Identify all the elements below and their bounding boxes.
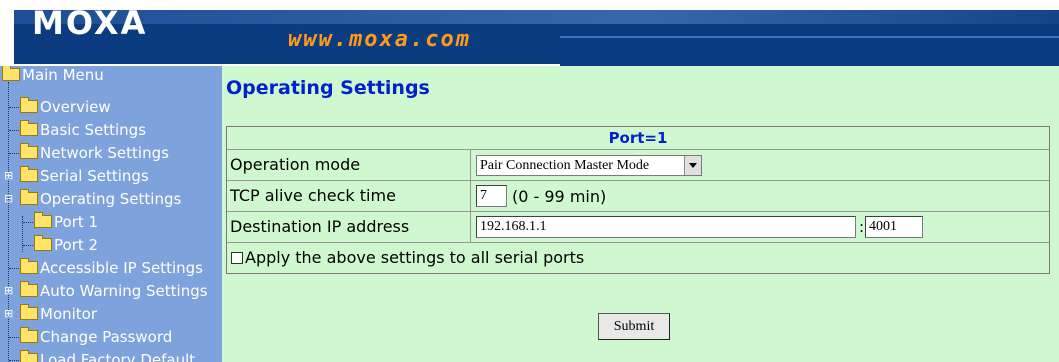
folder-open-icon <box>2 66 20 81</box>
menu-item-monitor[interactable]: Monitor <box>20 304 97 324</box>
menu-item-change-password[interactable]: Change Password <box>20 327 172 347</box>
destination-ip-input[interactable]: 192.168.1.1 <box>476 216 856 238</box>
main-content: Operating Settings Port=1 Operation mode… <box>222 66 1059 362</box>
tree-line <box>8 82 9 362</box>
folder-icon <box>34 235 52 251</box>
menu-item-port-2[interactable]: Port 2 <box>34 235 98 255</box>
folder-icon <box>20 304 38 320</box>
port-separator: : <box>859 218 865 236</box>
menu-item-auto-warning-settings[interactable]: Auto Warning Settings <box>20 281 208 301</box>
folder-icon <box>20 350 38 362</box>
chevron-down-icon[interactable] <box>684 156 701 175</box>
folder-icon <box>20 258 38 274</box>
folder-icon <box>20 97 38 113</box>
menu-item-basic-settings[interactable]: Basic Settings <box>20 120 146 140</box>
submit-button[interactable]: Submit <box>598 313 670 340</box>
moxa-logo: MOXA <box>32 4 148 42</box>
folder-icon <box>20 327 38 343</box>
folder-icon <box>20 281 38 297</box>
menu-item-overview[interactable]: Overview <box>20 97 111 117</box>
operation-mode-row: Operation mode Pair Connection Master Mo… <box>227 149 1049 180</box>
settings-table: Port=1 Operation mode Pair Connection Ma… <box>226 126 1050 274</box>
site-url[interactable]: www.moxa.com <box>288 27 471 52</box>
folder-icon <box>20 166 38 182</box>
expand-icon[interactable]: ⊞ <box>4 285 13 296</box>
tcp-alive-label: TCP alive check time <box>227 181 471 211</box>
operation-mode-select[interactable]: Pair Connection Master Mode <box>476 155 702 176</box>
destination-port-input[interactable]: 4001 <box>865 216 923 238</box>
menu-item-serial-settings[interactable]: Serial Settings <box>20 166 149 186</box>
tcp-alive-hint: (0 - 99 min) <box>512 187 607 206</box>
menu-item-port-1[interactable]: Port 1 <box>34 212 98 232</box>
expand-icon[interactable]: ⊞ <box>4 308 13 319</box>
menu-item-operating-settings[interactable]: Operating Settings <box>20 189 181 209</box>
menu-item-accessible-ip-settings[interactable]: Accessible IP Settings <box>20 258 203 278</box>
port-header-row: Port=1 <box>227 127 1049 149</box>
banner-accent <box>560 36 1059 66</box>
expand-icon[interactable]: ⊞ <box>4 170 13 181</box>
tcp-alive-input[interactable]: 7 <box>476 185 507 207</box>
apply-all-checkbox[interactable] <box>231 252 243 264</box>
operation-mode-label: Operation mode <box>227 150 471 180</box>
menu-item-load-factory-default[interactable]: Load Factory Default <box>20 350 195 362</box>
menu-item-network-settings[interactable]: Network Settings <box>20 143 169 163</box>
menu-root[interactable]: Main Menu <box>2 66 104 85</box>
main-menu: Main Menu Overview Basic Settings Networ… <box>0 66 222 362</box>
tcp-alive-row: TCP alive check time 7 (0 - 99 min) <box>227 180 1049 211</box>
folder-open-icon <box>20 189 38 205</box>
folder-icon <box>20 143 38 159</box>
page-title: Operating Settings <box>226 77 430 99</box>
header-banner: MOXA www.moxa.com <box>0 0 1059 66</box>
apply-all-label[interactable]: Apply the above settings to all serial p… <box>245 243 584 273</box>
folder-icon <box>34 212 52 228</box>
folder-icon <box>20 120 38 136</box>
destination-ip-label: Destination IP address <box>227 212 471 242</box>
destination-ip-row: Destination IP address 192.168.1.1 : 400… <box>227 211 1049 242</box>
port-header: Port=1 <box>608 129 668 147</box>
apply-all-row: Apply the above settings to all serial p… <box>227 242 1049 273</box>
collapse-icon[interactable]: ⊟ <box>4 193 13 204</box>
